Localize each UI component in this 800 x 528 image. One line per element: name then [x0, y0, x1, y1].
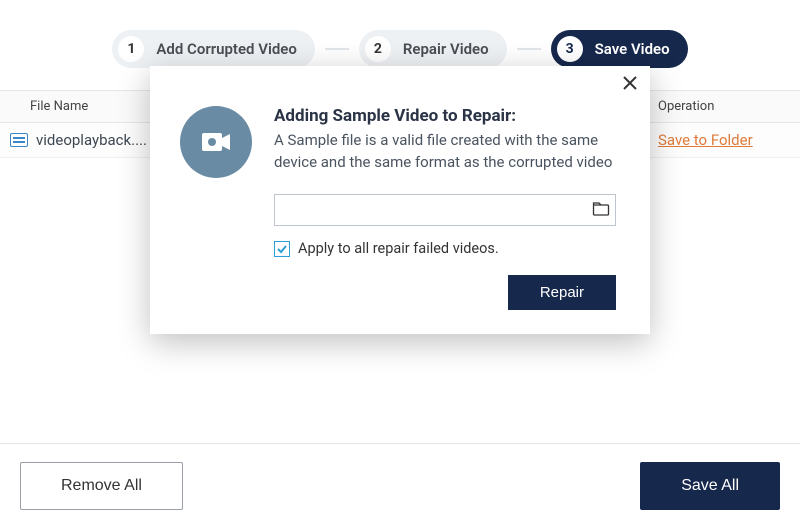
step-3-label: Save Video: [595, 40, 670, 58]
camera-icon: [180, 106, 252, 178]
step-2-label: Repair Video: [403, 40, 489, 58]
footer-bar: Remove All Save All: [0, 443, 800, 528]
col-operation: Operation: [648, 91, 800, 122]
folder-icon: [592, 200, 610, 218]
check-icon: [276, 243, 288, 255]
video-file-icon: [10, 133, 28, 147]
close-button[interactable]: [622, 74, 638, 96]
close-icon: [622, 75, 638, 91]
step-divider: [517, 48, 541, 50]
browse-button[interactable]: [592, 200, 610, 222]
step-divider: [325, 48, 349, 50]
repair-button[interactable]: Repair: [508, 275, 616, 310]
step-2[interactable]: 2 Repair Video: [359, 30, 507, 68]
apply-all-checkbox[interactable]: [274, 241, 290, 257]
step-3[interactable]: 3 Save Video: [551, 30, 688, 68]
step-1-label: Add Corrupted Video: [156, 40, 296, 58]
apply-all-label: Apply to all repair failed videos.: [298, 240, 499, 257]
add-sample-dialog: Adding Sample Video to Repair: A Sample …: [150, 66, 650, 334]
step-3-num: 3: [557, 36, 583, 62]
save-to-folder-link[interactable]: Save to Folder: [658, 131, 753, 149]
step-1-num: 1: [118, 36, 144, 62]
save-all-button[interactable]: Save All: [640, 462, 780, 510]
remove-all-button[interactable]: Remove All: [20, 462, 183, 510]
dialog-title: Adding Sample Video to Repair:: [274, 106, 616, 126]
step-2-num: 2: [365, 36, 391, 62]
filename-text: videoplayback....: [36, 131, 147, 149]
sample-path-input[interactable]: [274, 194, 616, 226]
dialog-description: A Sample file is a valid file created wi…: [274, 130, 616, 174]
step-1[interactable]: 1 Add Corrupted Video: [112, 30, 314, 68]
